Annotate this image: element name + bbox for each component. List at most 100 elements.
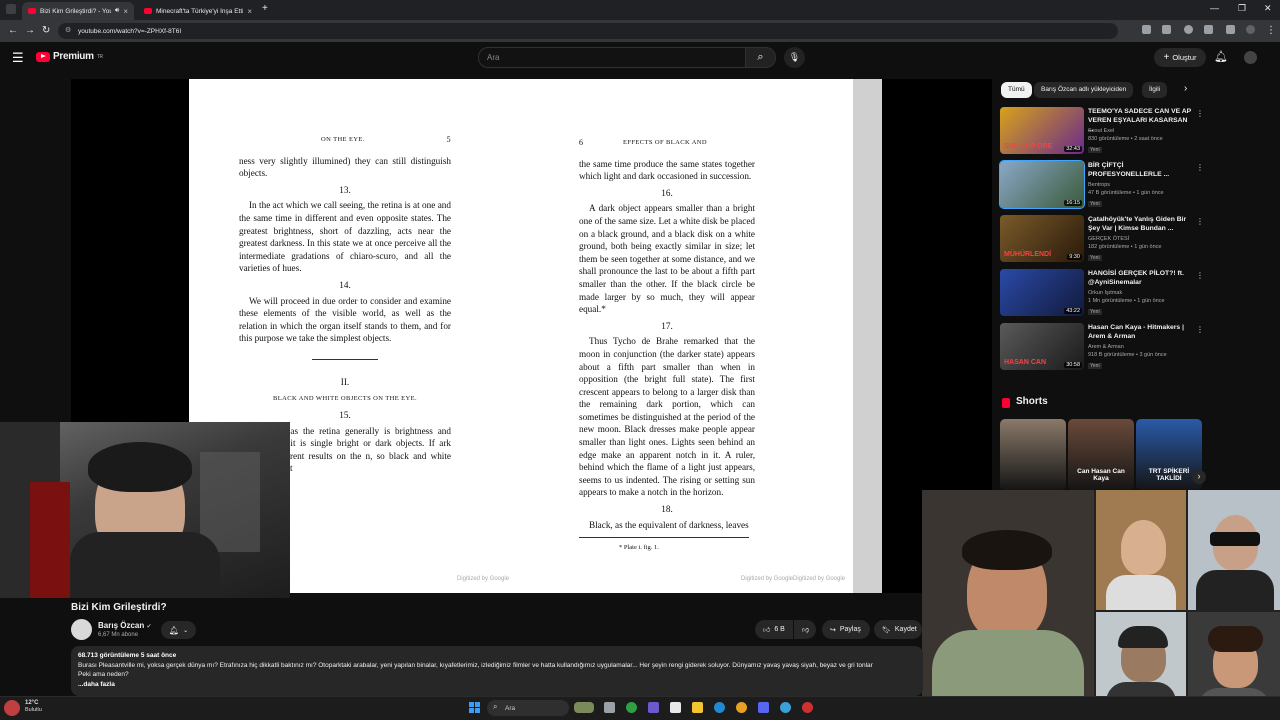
youtube-play-icon	[36, 51, 50, 62]
address-bar[interactable]: ⚙︎ youtube.com/watch?v=-ZPHXf-8T6I	[58, 23, 1118, 39]
speaker-icon: 🔊︎	[114, 7, 120, 14]
app-icon[interactable]	[802, 702, 813, 713]
video-thumbnail[interactable]: SOK TOP ORE 32:43	[1000, 107, 1084, 154]
more-options-icon[interactable]: ⋮	[1196, 325, 1204, 334]
app-icon[interactable]	[626, 702, 637, 713]
bell-icon: 🔔︎	[168, 625, 180, 635]
short-overlay-text: Can Hasan Can Kaya	[1077, 468, 1125, 482]
hamburger-menu-icon[interactable]: ☰	[12, 50, 24, 66]
bookmark-icon[interactable]	[1162, 25, 1171, 34]
browser-toolbar: ← → ↻ ⚙︎ youtube.com/watch?v=-ZPHXf-8T6I…	[0, 20, 1280, 42]
search-button[interactable]: ⌕	[746, 47, 776, 68]
file-explorer-icon[interactable]	[692, 702, 703, 713]
video-thumbnail[interactable]: 43:22	[1000, 269, 1084, 316]
recommended-video-title: Hasan Can Kaya - Hitmakers | Arem & Arma…	[1088, 324, 1184, 340]
site-info-icon[interactable]: ⚙︎	[65, 26, 71, 34]
channel-name[interactable]: Barış Özcan ✔	[98, 621, 152, 630]
cast-icon[interactable]	[1142, 25, 1151, 34]
sidebar-icon[interactable]	[1226, 25, 1235, 34]
close-window-icon[interactable]: ✕	[1264, 3, 1272, 14]
widget-thumbnail-icon[interactable]	[574, 702, 594, 713]
minimize-icon[interactable]: —	[1210, 3, 1219, 13]
short-thumbnail[interactable]: Can Hasan Can Kaya	[1068, 419, 1134, 490]
book-right-page: 6 EFFECTS OF BLACK AND the same time pro…	[579, 137, 755, 557]
browser-menu-icon[interactable]: ⋮	[1266, 25, 1276, 36]
book-page-edge	[853, 79, 882, 593]
footnote: * Plate i. fig. 1.	[619, 544, 659, 552]
chevron-down-icon: ⌄	[183, 627, 189, 634]
subscription-notification-button[interactable]: 🔔︎ ⌄	[161, 621, 196, 639]
profile-icon[interactable]	[1246, 25, 1255, 34]
more-options-icon[interactable]: ⋮	[1196, 217, 1204, 226]
maximize-icon[interactable]: ❐	[1238, 3, 1246, 14]
show-more-link[interactable]: ...daha fazla	[78, 680, 916, 690]
more-options-icon[interactable]: ⋮	[1196, 109, 1204, 118]
recommended-video[interactable]: HASAN CAN 30:58 Hasan Can Kaya - Hitmakers…	[1000, 323, 1204, 373]
views-and-age: 47 B görüntüleme • 1 gün önce	[1088, 190, 1164, 196]
video-thumbnail[interactable]: 16:15	[999, 160, 1085, 209]
short-thumbnail[interactable]	[1000, 419, 1066, 490]
video-description[interactable]: 68.713 görüntüleme 5 saat önce Burası Pl…	[71, 646, 923, 696]
close-tab-icon[interactable]: ×	[123, 7, 128, 16]
share-button[interactable]: ↪︎ Paylaş	[822, 620, 870, 639]
paragraph: Black, as the equivalent of darkness, le…	[589, 519, 749, 530]
chip-related[interactable]: İlgili	[1142, 82, 1168, 98]
running-head: EFFECTS OF BLACK AND	[622, 139, 707, 146]
plus-icon: +	[1163, 52, 1170, 63]
paragraph: the same time produce the same states to…	[579, 158, 755, 182]
browser-tab-active[interactable]: Bizi Kim Grileştirdi? - YouTube 🔊︎ ×	[22, 2, 134, 20]
recommended-video[interactable]: 16:15 BİR ÇİFTÇİ PROFESYONELLERLE ... Bent…	[999, 160, 1204, 211]
create-button[interactable]: + Oluştur	[1154, 48, 1206, 67]
browser-tab[interactable]: Minecraft'ta Türkiye'yi İnşa Etti… ×	[138, 2, 258, 20]
close-tab-icon[interactable]: ×	[247, 7, 252, 16]
youtube-logo[interactable]: Premium TR	[36, 51, 103, 62]
reload-icon[interactable]: ↻	[42, 25, 50, 36]
more-options-icon[interactable]: ⋮	[1196, 271, 1204, 280]
extensions-icon[interactable]	[1204, 25, 1213, 34]
new-tab-button[interactable]: +	[262, 3, 268, 14]
tab-search-icon[interactable]	[6, 4, 16, 14]
views-and-age: 1 Mn görüntüleme • 1 gün önce	[1088, 298, 1165, 304]
paragraph: A dark object appears smaller than a bri…	[579, 203, 755, 315]
views-and-age: 182 görüntüleme • 1 gün önce	[1088, 244, 1162, 250]
paragraph: Thus Tycho de Brahe remarked that the mo…	[579, 336, 755, 498]
youtube-favicon-icon	[28, 8, 36, 14]
discord-icon[interactable]	[758, 702, 769, 713]
weather-widget[interactable]: 12°C Bulutlu	[25, 700, 42, 714]
chevron-right-icon[interactable]: ›	[1184, 83, 1187, 94]
shield-icon[interactable]	[1184, 25, 1193, 34]
more-options-icon[interactable]: ⋮	[1196, 163, 1204, 172]
save-button[interactable]: 🔖︎ Kaydet	[874, 620, 922, 639]
app-icon[interactable]	[670, 702, 681, 713]
chrome-active-icon[interactable]	[780, 702, 791, 713]
start-menu-icon[interactable]	[469, 702, 480, 713]
dislike-button[interactable]: 👎︎	[794, 620, 816, 639]
search-icon: ⌕	[757, 51, 764, 63]
shorts-next-icon[interactable]: ›	[1192, 470, 1206, 484]
chip-from-uploader[interactable]: Barış Özcan adlı yükleyiciden	[1034, 82, 1134, 98]
mask-icon	[1210, 532, 1260, 546]
edge-icon[interactable]	[714, 702, 725, 713]
recommended-video[interactable]: MÜHÜRLENDİ 9:30 Çatalhöyük'te Yanlış Giden…	[1000, 215, 1204, 265]
section-number: 18.	[661, 504, 673, 515]
video-thumbnail[interactable]: MÜHÜRLENDİ 9:30	[1000, 215, 1084, 262]
subscriber-count: 6,67 Mn abone	[98, 632, 139, 638]
recommended-video[interactable]: SOK TOP ORE 32:43 TEEMO'YA SADECE CAN VE A…	[1000, 107, 1204, 157]
recommended-video[interactable]: 43:22 HANGİSİ GERÇEK PİLOT?! ft. @AyniSin…	[1000, 269, 1204, 319]
chip-all[interactable]: Tümü	[1001, 82, 1032, 98]
search-input[interactable]: Ara	[478, 47, 746, 68]
channel-avatar[interactable]	[71, 619, 92, 640]
account-avatar[interactable]	[1244, 51, 1257, 64]
forward-icon[interactable]: →	[25, 25, 35, 36]
task-view-icon[interactable]	[604, 702, 615, 713]
voice-search-button[interactable]: 🎙︎	[784, 47, 805, 68]
like-button[interactable]: 👍︎ 6 B	[755, 620, 793, 639]
back-icon[interactable]: ←	[8, 25, 18, 36]
teams-icon[interactable]	[648, 702, 659, 713]
section-number: 15.	[339, 410, 351, 421]
chrome-icon[interactable]	[736, 702, 747, 713]
taskbar-search[interactable]: ⌕ Ara	[487, 700, 569, 716]
notifications-bell-icon[interactable]: 🔔︎	[1214, 50, 1228, 63]
shorts-icon	[1002, 398, 1010, 408]
video-thumbnail[interactable]: HASAN CAN 30:58	[1000, 323, 1084, 370]
